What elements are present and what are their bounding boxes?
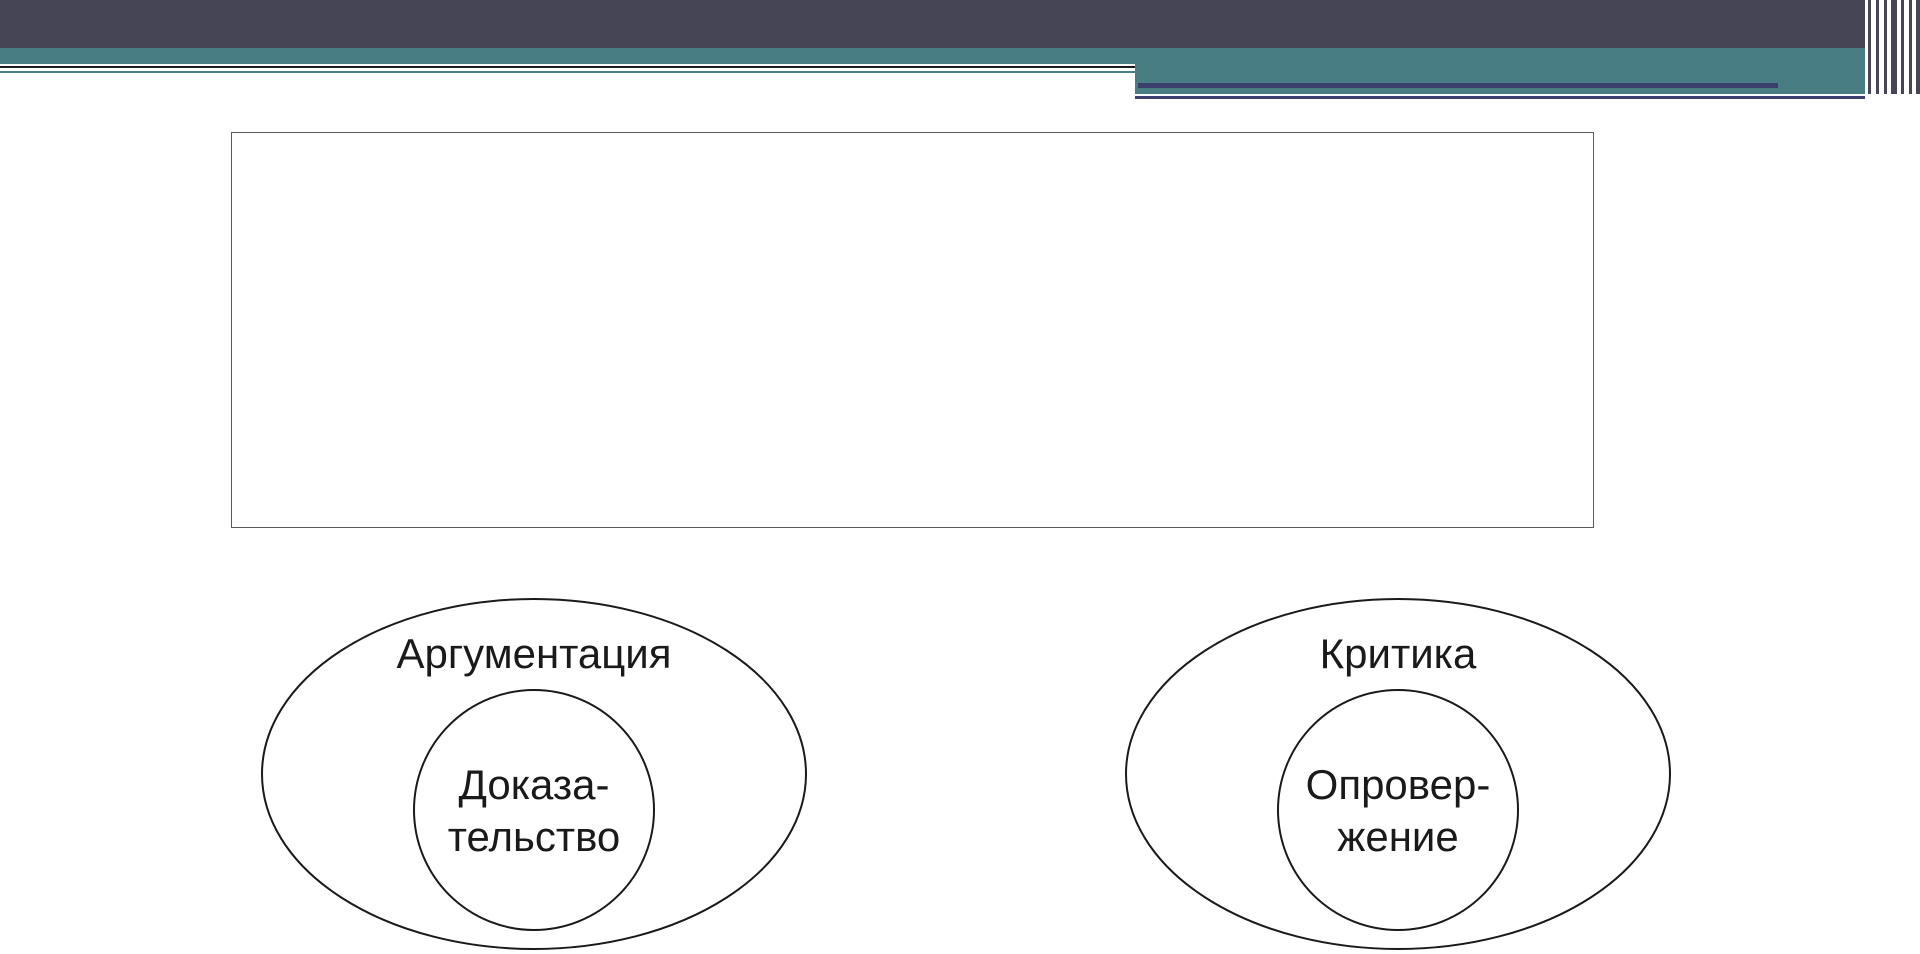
proof-label-line1: Доказа-: [458, 761, 609, 808]
proof-label-line2: тельство: [448, 813, 621, 860]
refutation-label-line2: жение: [1337, 813, 1458, 860]
refutation-circle: [1277, 689, 1519, 931]
proof-circle: [413, 689, 655, 931]
refutation-label-line1: Опровер-: [1306, 761, 1491, 808]
argumentation-diagram: Аргументация Доказа- тельство Критика Оп…: [261, 598, 1671, 950]
argumentation-label: Аргументация: [396, 630, 671, 677]
slide: Аргументация Доказа- тельство Критика Оп…: [0, 0, 1920, 954]
criticism-label: Критика: [1320, 630, 1477, 677]
